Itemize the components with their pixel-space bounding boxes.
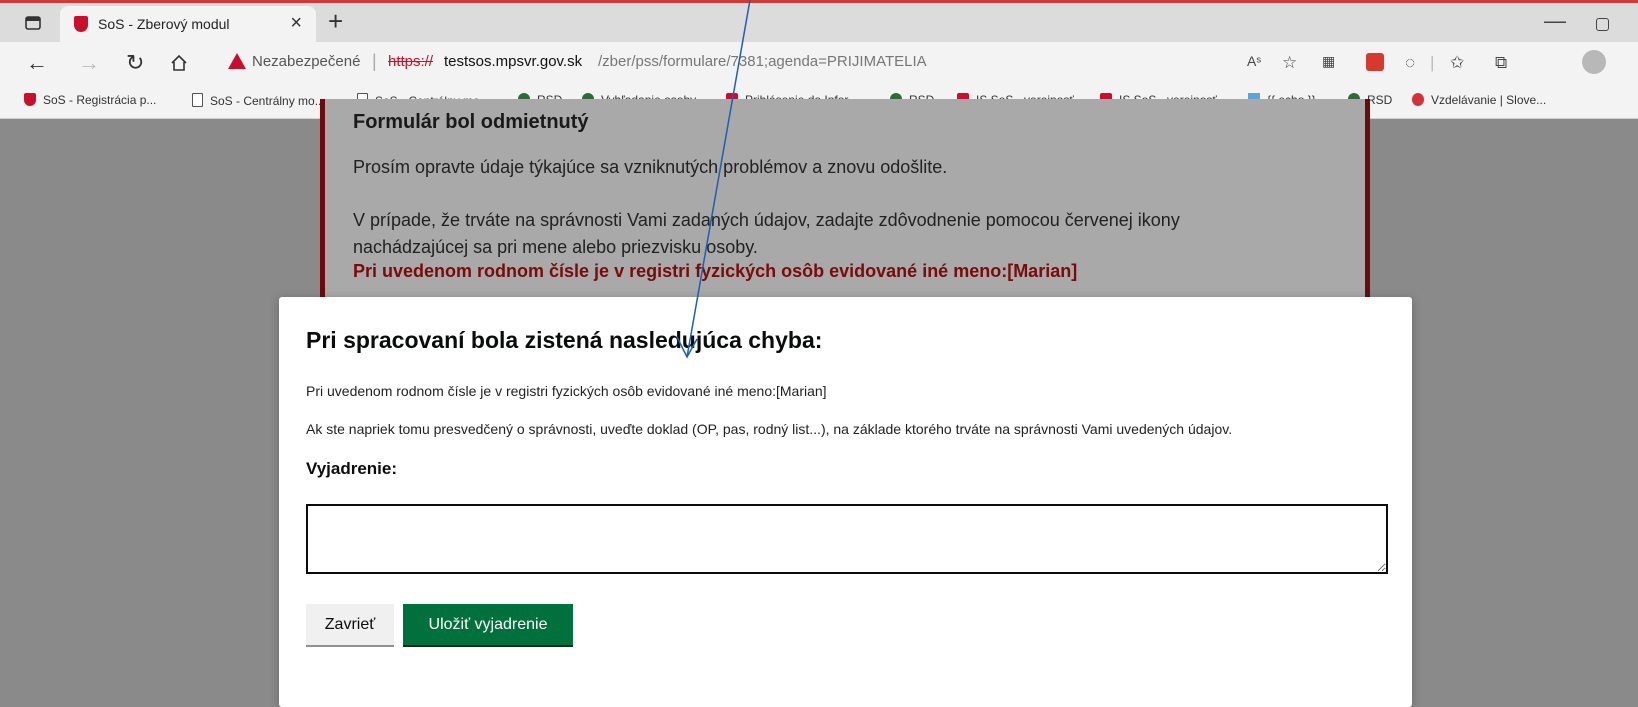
statement-textarea[interactable] (306, 504, 1388, 574)
bookmark-label: SoS - Registrácia p... (43, 93, 157, 107)
warning-icon (228, 53, 246, 69)
profile-avatar[interactable] (1582, 50, 1606, 74)
collections-icon[interactable]: ⧉ (1495, 53, 1507, 73)
url-host: testsos.mpsvr.gov.sk (444, 53, 583, 70)
bookmark-label: RSD (1367, 93, 1393, 107)
forward-arrow-icon[interactable]: → (78, 50, 100, 76)
bookmark-item[interactable]: SoS - Registrácia p... (24, 93, 156, 107)
home-icon[interactable] (170, 54, 188, 72)
window-accent-line (0, 0, 1638, 3)
extensions-icon[interactable]: ▦ (1322, 53, 1335, 70)
bookmark-item[interactable]: SoS - Centrálny mo... (192, 93, 325, 108)
address-separator: | (372, 51, 377, 71)
bookmark-label: SoS - Centrálny mo... (210, 94, 325, 108)
save-statement-button[interactable]: Uložiť vyjadrenie (403, 604, 573, 645)
new-tab-button[interactable]: + (328, 6, 343, 37)
tab-active[interactable]: SoS - Zberový modul × (60, 6, 316, 42)
bookmark-item[interactable]: Vzdelávanie | Slove... (1412, 93, 1546, 107)
close-tab-icon[interactable]: × (290, 12, 302, 35)
restore-button[interactable] (1596, 18, 1609, 31)
page-icon (192, 93, 203, 107)
pdf-extension-icon[interactable] (1366, 53, 1384, 71)
read-aloud-icon[interactable]: Aˢ (1247, 53, 1261, 69)
favorites-icon[interactable]: ✩ (1450, 53, 1464, 73)
alert-heading: Formulár bol odmietnutý (353, 111, 589, 133)
address-bar[interactable]: Nezabezpečené | https:// testsos.mpsvr.g… (214, 46, 1364, 80)
error-dialog: Pri spracovaní bola zistená nasledujúca … (279, 297, 1412, 707)
dialog-error-message: Pri uvedenom rodnom čísle je v registri … (306, 383, 827, 399)
add-favorite-icon[interactable]: ☆ (1282, 53, 1297, 73)
back-arrow-icon[interactable]: ← (26, 50, 48, 76)
tab-title: SoS - Zberový modul (98, 16, 230, 32)
security-label[interactable]: Nezabezpečené (252, 53, 360, 70)
refresh-icon[interactable]: ↻ (126, 50, 144, 76)
alert-paragraph: V prípade, že trváte na správnosti Vami … (353, 210, 1180, 257)
shield-icon (24, 93, 36, 106)
shield-icon (74, 16, 88, 32)
alert-error-text: Pri uvedenom rodnom čísle je v registri … (353, 261, 1078, 281)
statement-label: Vyjadrenie: (306, 459, 398, 478)
bookmark-label: Vzdelávanie | Slove... (1431, 93, 1547, 107)
collections-icon[interactable]: ◌ (1405, 53, 1415, 73)
url-path: /zber/pss/formulare/7381;agenda=PRIJIMAT… (598, 53, 927, 70)
alert-paragraph: Prosím opravte údaje týkajúce sa vzniknu… (353, 157, 948, 177)
dialog-instruction: Ak ste napriek tomu presvedčený o správn… (306, 421, 1233, 437)
toolbar-divider: | (1430, 53, 1435, 72)
dialog-title: Pri spracovaní bola zistená nasledujúca … (306, 327, 823, 353)
tab-strip: SoS - Zberový modul × + — (0, 0, 1638, 42)
browser-toolbar: ← → ↻ Nezabezpečené | https:// testsos.m… (0, 42, 1638, 84)
close-button[interactable]: Zavrieť (306, 604, 394, 645)
minimize-button[interactable]: — (1544, 8, 1566, 34)
url-scheme: https:// (388, 53, 434, 70)
circle-icon (1412, 93, 1424, 106)
tab-actions-icon[interactable] (24, 14, 42, 32)
